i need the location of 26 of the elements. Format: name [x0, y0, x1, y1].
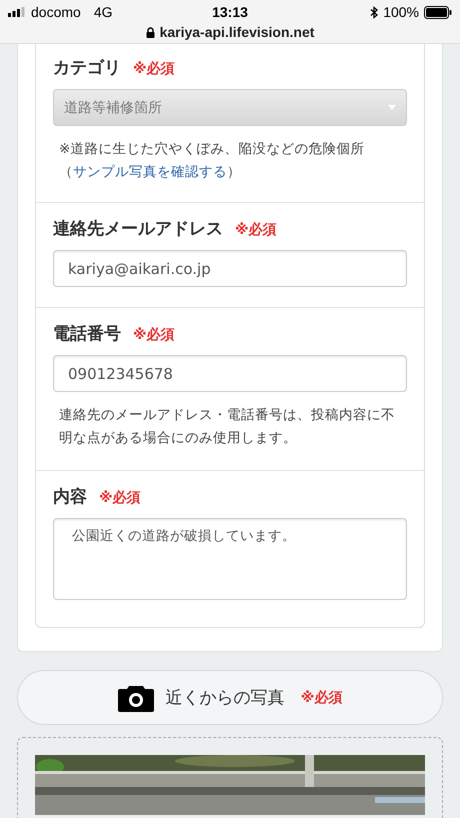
input-field[interactable]: 09012345678 — [53, 355, 407, 392]
hint-text: 連絡先のメールアドレス・電話番号は、投稿内容に不明な点がある場合にのみ使用します。 — [58, 406, 396, 448]
field-label: 連絡先メールアドレス — [53, 218, 223, 240]
required-label: ※必須 — [235, 221, 277, 239]
battery-icon — [424, 6, 452, 18]
carrier-name: docomo — [31, 4, 81, 20]
field-label: 電話番号 — [53, 323, 121, 345]
url-text[interactable]: kariya-api.lifevision.net — [160, 24, 314, 40]
input-field[interactable]: kariya@aikari.co.jp — [53, 250, 407, 287]
camera-icon — [118, 684, 154, 712]
text-area[interactable]: 公園近くの道路が破損しています。 — [53, 518, 407, 600]
battery-percent: 100% — [383, 4, 419, 20]
required-label: ※必須 — [99, 489, 141, 507]
dropdown-arrow-icon — [388, 104, 396, 110]
photo-button[interactable]: 近くからの写真 ※必須 — [17, 670, 443, 725]
required-label: ※必須 — [133, 60, 175, 78]
signal-icon — [8, 7, 26, 17]
clock: 13:13 — [212, 4, 248, 20]
network-type: 4G — [94, 4, 112, 20]
bluetooth-icon — [370, 6, 378, 18]
sample-photo-link[interactable]: サンプル写真を確認する — [73, 164, 227, 180]
field-label: 内容 — [53, 486, 87, 508]
required-label: ※必須 — [133, 326, 175, 344]
field-label: カテゴリ — [53, 57, 121, 79]
hint-text: ※道路に生じた穴やくぼみ、陥没などの危険個所 （サンプル写真を確認する） — [58, 140, 366, 182]
lock-icon — [146, 26, 155, 38]
